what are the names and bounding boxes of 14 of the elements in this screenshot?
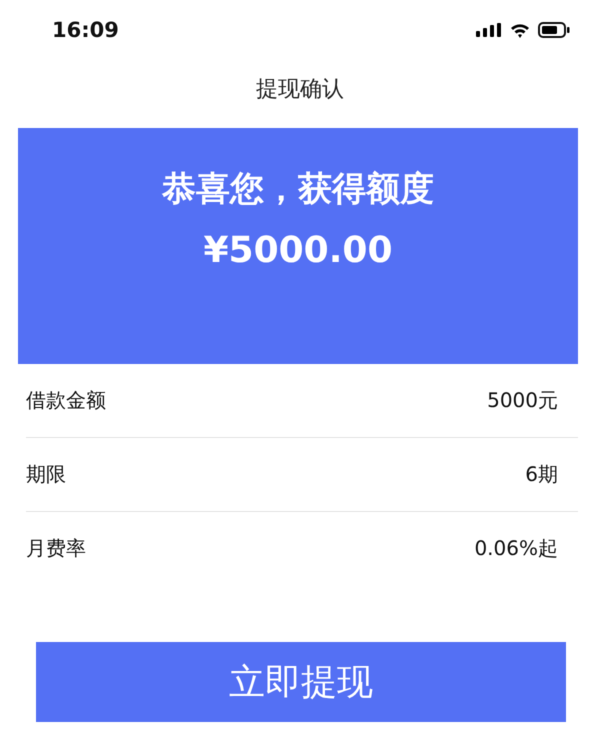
signal-icon <box>476 23 502 37</box>
battery-icon <box>538 22 570 38</box>
banner-headline: 恭喜您，获得额度 <box>162 168 434 211</box>
row-label: 月费率 <box>26 535 86 562</box>
row-value: 5000元 <box>487 387 558 414</box>
quota-amount: ¥5000.00 <box>203 230 393 271</box>
row-value: 0.06%起 <box>474 535 558 562</box>
status-time: 16:09 <box>52 18 119 42</box>
row-label: 期限 <box>26 461 66 488</box>
wifi-icon <box>510 22 530 38</box>
withdraw-button[interactable]: 立即提现 <box>36 642 566 722</box>
row-label: 借款金额 <box>26 387 106 414</box>
row-value: 6期 <box>525 461 558 488</box>
page-title: 提现确认 <box>256 77 344 102</box>
